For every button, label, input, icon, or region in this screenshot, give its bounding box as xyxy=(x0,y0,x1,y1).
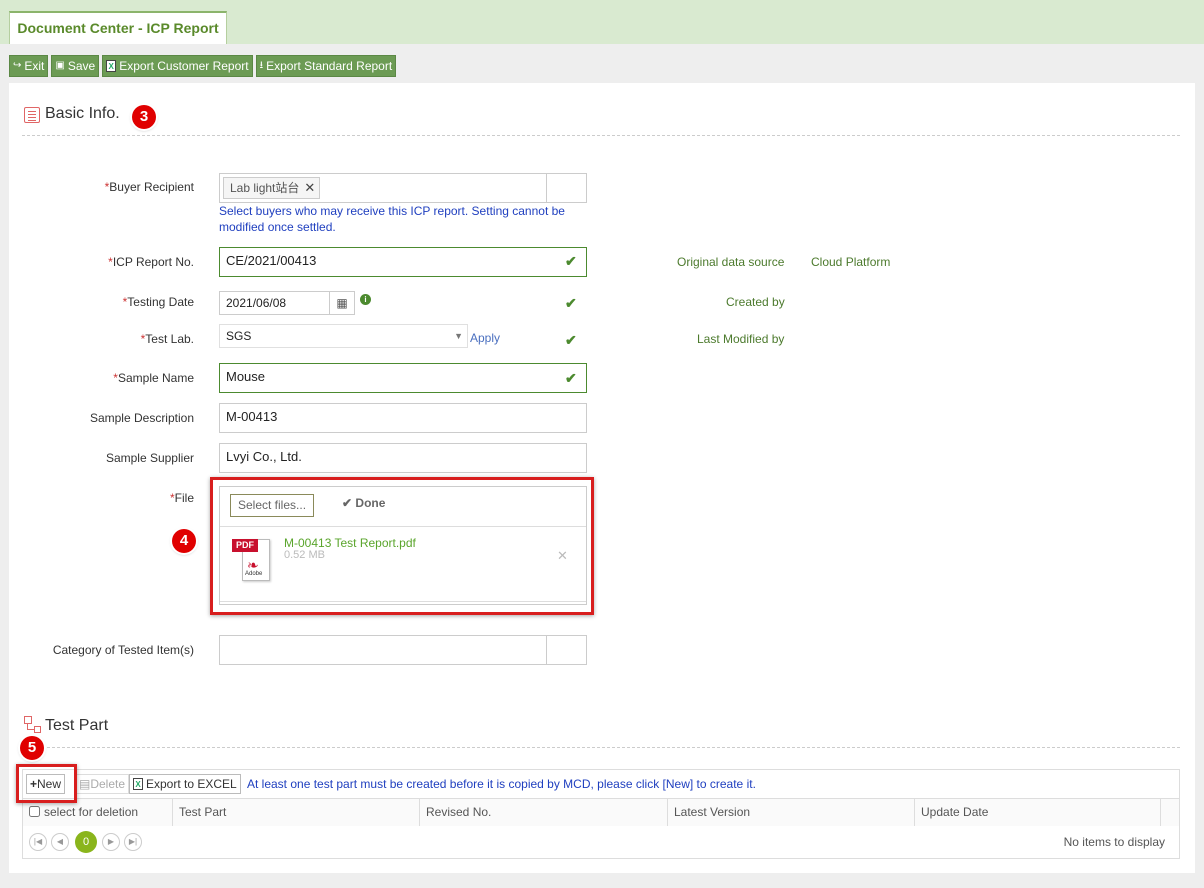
col-update-date[interactable]: Update Date xyxy=(915,799,1161,826)
valid-check-icon: ✔ xyxy=(565,295,577,311)
save-icon: ▣ xyxy=(55,60,65,71)
export-customer-label: Export Customer Report xyxy=(119,59,249,73)
test-lab-label: *Test Lab. xyxy=(140,332,194,346)
apply-link[interactable]: Apply xyxy=(470,331,500,345)
file-label: *File xyxy=(169,491,194,505)
buyer-chip-label: Lab light站台 xyxy=(230,181,300,195)
toolbar: ↪ Exit ▣ Save X Export Customer Report ⭳ Exp… xyxy=(9,55,397,77)
exit-button[interactable]: ↪ Exit xyxy=(9,55,49,77)
grid-header: select for deletion Test Part Revised No… xyxy=(23,798,1179,827)
exit-label: Exit xyxy=(24,59,45,73)
col-select-label: select for deletion xyxy=(44,805,139,819)
basic-info-title: Basic Info. xyxy=(45,105,120,122)
buyer-recipient-label: *Buyer Recipient xyxy=(104,180,194,194)
next-page-icon[interactable]: ▶ xyxy=(102,833,120,851)
test-part-grid: +New ▤Delete X Export to EXCEL At least o… xyxy=(22,769,1180,859)
original-source-label: Original data source xyxy=(677,255,785,269)
excel-icon: X xyxy=(133,778,143,790)
delete-button[interactable]: ▤Delete xyxy=(75,774,130,794)
select-all-checkbox[interactable] xyxy=(29,806,40,817)
divider xyxy=(22,747,1180,748)
test-part-title: Test Part xyxy=(45,717,109,734)
col-test-part[interactable]: Test Part xyxy=(173,799,420,826)
valid-check-icon: ✔ xyxy=(565,332,577,348)
first-page-icon[interactable]: |◀ xyxy=(29,833,47,851)
category-label: Category of Tested Item(s) xyxy=(52,643,194,657)
test-lab-value: SGS xyxy=(226,329,252,343)
list-icon xyxy=(24,107,40,123)
top-tab-bar: Document Center - ICP Report xyxy=(0,0,1204,44)
exit-icon: ↪ xyxy=(13,60,22,71)
test-lab-select[interactable]: SGS ▼ xyxy=(219,324,468,348)
testing-date-value: 2021/06/08 xyxy=(226,296,287,310)
trash-icon: ▤ xyxy=(79,777,91,791)
remove-chip-icon[interactable]: ✕ xyxy=(304,178,315,198)
save-label: Save xyxy=(67,59,96,73)
export-standard-label: Export Standard Report xyxy=(266,59,393,73)
chevron-down-icon: ▼ xyxy=(454,331,463,341)
save-button[interactable]: ▣ Save xyxy=(51,55,100,77)
last-modified-label: Last Modified by xyxy=(697,332,785,346)
test-part-notice: At least one test part must be created b… xyxy=(247,777,756,791)
sample-description-label: Sample Description xyxy=(89,411,194,425)
valid-check-icon: ✔ xyxy=(565,253,577,269)
icp-report-no-input[interactable]: CE/2021/00413 xyxy=(219,247,587,277)
main-panel: Basic Info. 3 *Buyer Recipient Lab light… xyxy=(9,83,1195,873)
info-icon[interactable]: i xyxy=(360,294,371,305)
grid-toolbar: +New ▤Delete X Export to EXCEL At least o… xyxy=(23,770,1179,798)
buyer-hint: Select buyers who may receive this ICP r… xyxy=(219,204,565,234)
last-page-icon[interactable]: ▶| xyxy=(124,833,142,851)
no-items-text: No items to display xyxy=(1063,835,1165,849)
sample-description-input[interactable]: M-00413 xyxy=(219,403,587,433)
sample-name-input[interactable]: Mouse xyxy=(219,363,587,393)
sample-name-label: *Sample Name xyxy=(113,371,194,385)
grid-pager: |◀ ◀ 0 ▶ ▶| No items to display xyxy=(23,826,1179,858)
export-standard-report-button[interactable]: ⭳ Export Standard Report xyxy=(255,55,397,77)
divider xyxy=(22,135,1180,136)
step-badge-3: 3 xyxy=(132,105,156,129)
tree-icon xyxy=(24,716,41,733)
prev-page-icon[interactable]: ◀ xyxy=(51,833,69,851)
calendar-icon[interactable]: ▦ xyxy=(329,292,354,314)
category-field[interactable] xyxy=(219,635,587,665)
testing-date-label: *Testing Date xyxy=(122,295,194,309)
tab-icp-report[interactable]: Document Center - ICP Report xyxy=(9,11,227,44)
sample-supplier-label: Sample Supplier xyxy=(105,451,194,465)
testing-date-input[interactable]: 2021/06/08 ▦ xyxy=(219,291,355,315)
highlight-box-new xyxy=(16,764,77,803)
created-by-label: Created by xyxy=(726,295,785,309)
export-customer-report-button[interactable]: X Export Customer Report xyxy=(102,55,253,77)
export-excel-button[interactable]: X Export to EXCEL xyxy=(129,774,241,794)
sample-supplier-input[interactable]: Lvyi Co., Ltd. xyxy=(219,443,587,473)
col-select: select for deletion xyxy=(23,799,173,826)
current-page[interactable]: 0 xyxy=(75,831,97,853)
col-revised-no[interactable]: Revised No. xyxy=(420,799,668,826)
original-source-value: Cloud Platform xyxy=(811,255,891,269)
valid-check-icon: ✔ xyxy=(565,370,577,386)
export-excel-label: Export to EXCEL xyxy=(146,777,237,791)
download-icon: ⭳ xyxy=(259,60,264,71)
buyer-chip: Lab light站台 ✕ xyxy=(223,177,321,199)
step-badge-4: 4 xyxy=(172,529,196,553)
step-badge-5: 5 xyxy=(20,736,44,760)
excel-icon: X xyxy=(106,60,117,72)
highlight-box-file xyxy=(210,477,594,615)
delete-label: Delete xyxy=(90,777,126,791)
icp-report-no-label: *ICP Report No. xyxy=(108,255,194,269)
col-latest-version[interactable]: Latest Version xyxy=(668,799,915,826)
